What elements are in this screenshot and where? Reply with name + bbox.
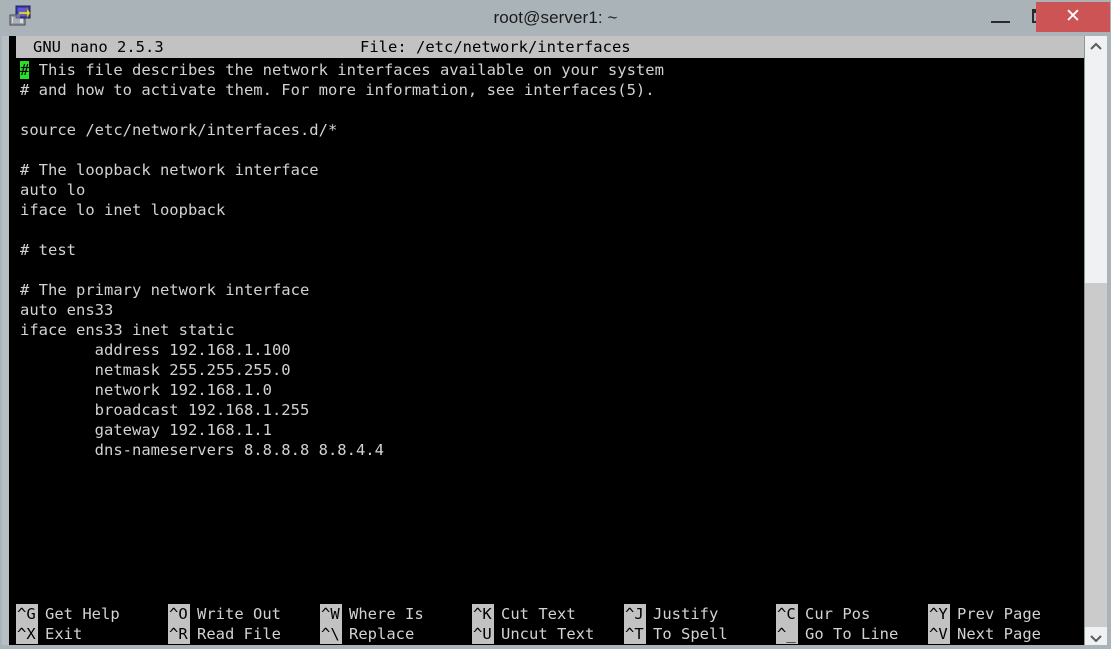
shortcut-item[interactable]: ^W Where Is	[320, 604, 424, 624]
editor-text-area[interactable]: # This file describes the network interf…	[16, 60, 1087, 600]
editor-line: dns-nameservers 8.8.8.8 8.8.4.4	[20, 441, 384, 459]
shortcut-item[interactable]: ^T To Spell	[624, 624, 728, 644]
shortcut-label: Next Page	[957, 625, 1041, 643]
scroll-up-button[interactable]	[1085, 36, 1107, 58]
editor-line: iface ens33 inet static	[20, 321, 235, 339]
editor-line: netmask 255.255.255.0	[20, 361, 291, 379]
terminal-window: root@server1: ~ ✕ GNU nano 2.5.3 File: /…	[0, 0, 1111, 649]
nano-shortcut-bar: ^G Get Help ^O Write Out ^W Where Is ^K Cut Tex…	[16, 602, 1087, 647]
editor-line: iface lo inet loopback	[20, 201, 226, 219]
terminal-frame: GNU nano 2.5.3 File: /etc/network/interf…	[0, 36, 1111, 649]
shortcut-key: ^K	[472, 604, 494, 624]
shortcut-label: Read File	[197, 625, 281, 643]
shortcut-label: Go To Line	[805, 625, 899, 643]
shortcut-label: Cur Pos	[805, 605, 871, 623]
shortcut-item[interactable]: ^O Write Out	[168, 604, 281, 624]
shortcut-label: Write Out	[197, 605, 281, 623]
scrollbar-thumb[interactable]	[1085, 58, 1107, 283]
shortcut-label: Uncut Text	[501, 625, 595, 643]
shortcut-key: ^X	[16, 624, 38, 644]
shortcut-item[interactable]: ^V Next Page	[928, 624, 1041, 644]
shortcut-label: To Spell	[653, 625, 728, 643]
window-titlebar: root@server1: ~ ✕	[0, 0, 1111, 36]
shortcut-label: Prev Page	[957, 605, 1041, 623]
shortcut-item[interactable]: ^X Exit	[16, 624, 82, 644]
window-right-edge	[1107, 36, 1111, 649]
nano-version-label: GNU nano 2.5.3	[33, 38, 164, 56]
minimize-button[interactable]	[980, 0, 1022, 32]
close-button[interactable]: ✕	[1036, 2, 1110, 32]
shortcut-item[interactable]: ^U Uncut Text	[472, 624, 594, 644]
minimize-icon	[991, 21, 1010, 23]
shortcut-row-2: ^X Exit ^R Read File ^\ Replace ^U Uncut Text ^T…	[16, 624, 1087, 644]
editor-line: # The primary network interface	[20, 281, 310, 299]
editor-line: # test	[20, 241, 76, 259]
shortcut-key: ^W	[320, 604, 342, 624]
nano-header-bar: GNU nano 2.5.3 File: /etc/network/interf…	[16, 36, 1087, 58]
shortcut-key: ^T	[624, 624, 646, 644]
shortcut-row-1: ^G Get Help ^O Write Out ^W Where Is ^K Cut Tex…	[16, 604, 1087, 624]
shortcut-key: ^C	[776, 604, 798, 624]
editor-line: broadcast 192.168.1.255	[20, 401, 310, 419]
editor-line: auto ens33	[20, 301, 114, 319]
shortcut-label: Cut Text	[501, 605, 576, 623]
shortcut-item[interactable]: ^G Get Help	[16, 604, 120, 624]
editor-line: source /etc/network/interfaces.d/*	[20, 121, 338, 139]
shortcut-key: ^O	[168, 604, 190, 624]
shortcut-label: Replace	[349, 625, 415, 643]
shortcut-item[interactable]: ^R Read File	[168, 624, 281, 644]
editor-line: # and how to activate them. For more inf…	[20, 81, 655, 99]
chevron-down-icon	[1090, 635, 1102, 643]
shortcut-item[interactable]: ^J Justify	[624, 604, 718, 624]
nano-file-label: File: /etc/network/interfaces	[360, 38, 631, 56]
window-title: root@server1: ~	[493, 8, 618, 27]
nano-editor[interactable]: GNU nano 2.5.3 File: /etc/network/interf…	[2, 36, 1087, 647]
shortcut-label: Get Help	[45, 605, 120, 623]
shortcut-label: Where Is	[349, 605, 424, 623]
editor-line: address 192.168.1.100	[20, 341, 291, 359]
vertical-scrollbar[interactable]	[1084, 36, 1108, 649]
shortcut-key: ^U	[472, 624, 494, 644]
close-icon: ✕	[1065, 6, 1081, 27]
shortcut-item[interactable]: ^K Cut Text	[472, 604, 576, 624]
window-bottom-edge	[0, 645, 1111, 649]
shortcut-item[interactable]: ^_ Go To Line	[776, 624, 898, 644]
chevron-up-icon	[1090, 42, 1102, 50]
editor-line: network 192.168.1.0	[20, 381, 272, 399]
text-cursor: #	[20, 61, 30, 79]
shortcut-item[interactable]: ^Y Prev Page	[928, 604, 1041, 624]
editor-line: # The loopback network interface	[20, 161, 319, 179]
editor-line: # This file describes the network interf…	[20, 61, 664, 79]
shortcut-key: ^\	[320, 624, 342, 644]
editor-line: auto lo	[20, 181, 86, 199]
shortcut-label: Exit	[45, 625, 83, 643]
shortcut-item[interactable]: ^\ Replace	[320, 624, 414, 644]
shortcut-key: ^Y	[928, 604, 950, 624]
shortcut-key: ^G	[16, 604, 38, 624]
editor-line: gateway 192.168.1.1	[20, 421, 272, 439]
scrollbar-track[interactable]	[1085, 283, 1107, 627]
shortcut-item[interactable]: ^C Cur Pos	[776, 604, 870, 624]
shortcut-key: ^R	[168, 624, 190, 644]
shortcut-key: ^V	[928, 624, 950, 644]
shortcut-key: ^_	[776, 624, 798, 644]
shortcut-key: ^J	[624, 604, 646, 624]
shortcut-label: Justify	[653, 605, 719, 623]
